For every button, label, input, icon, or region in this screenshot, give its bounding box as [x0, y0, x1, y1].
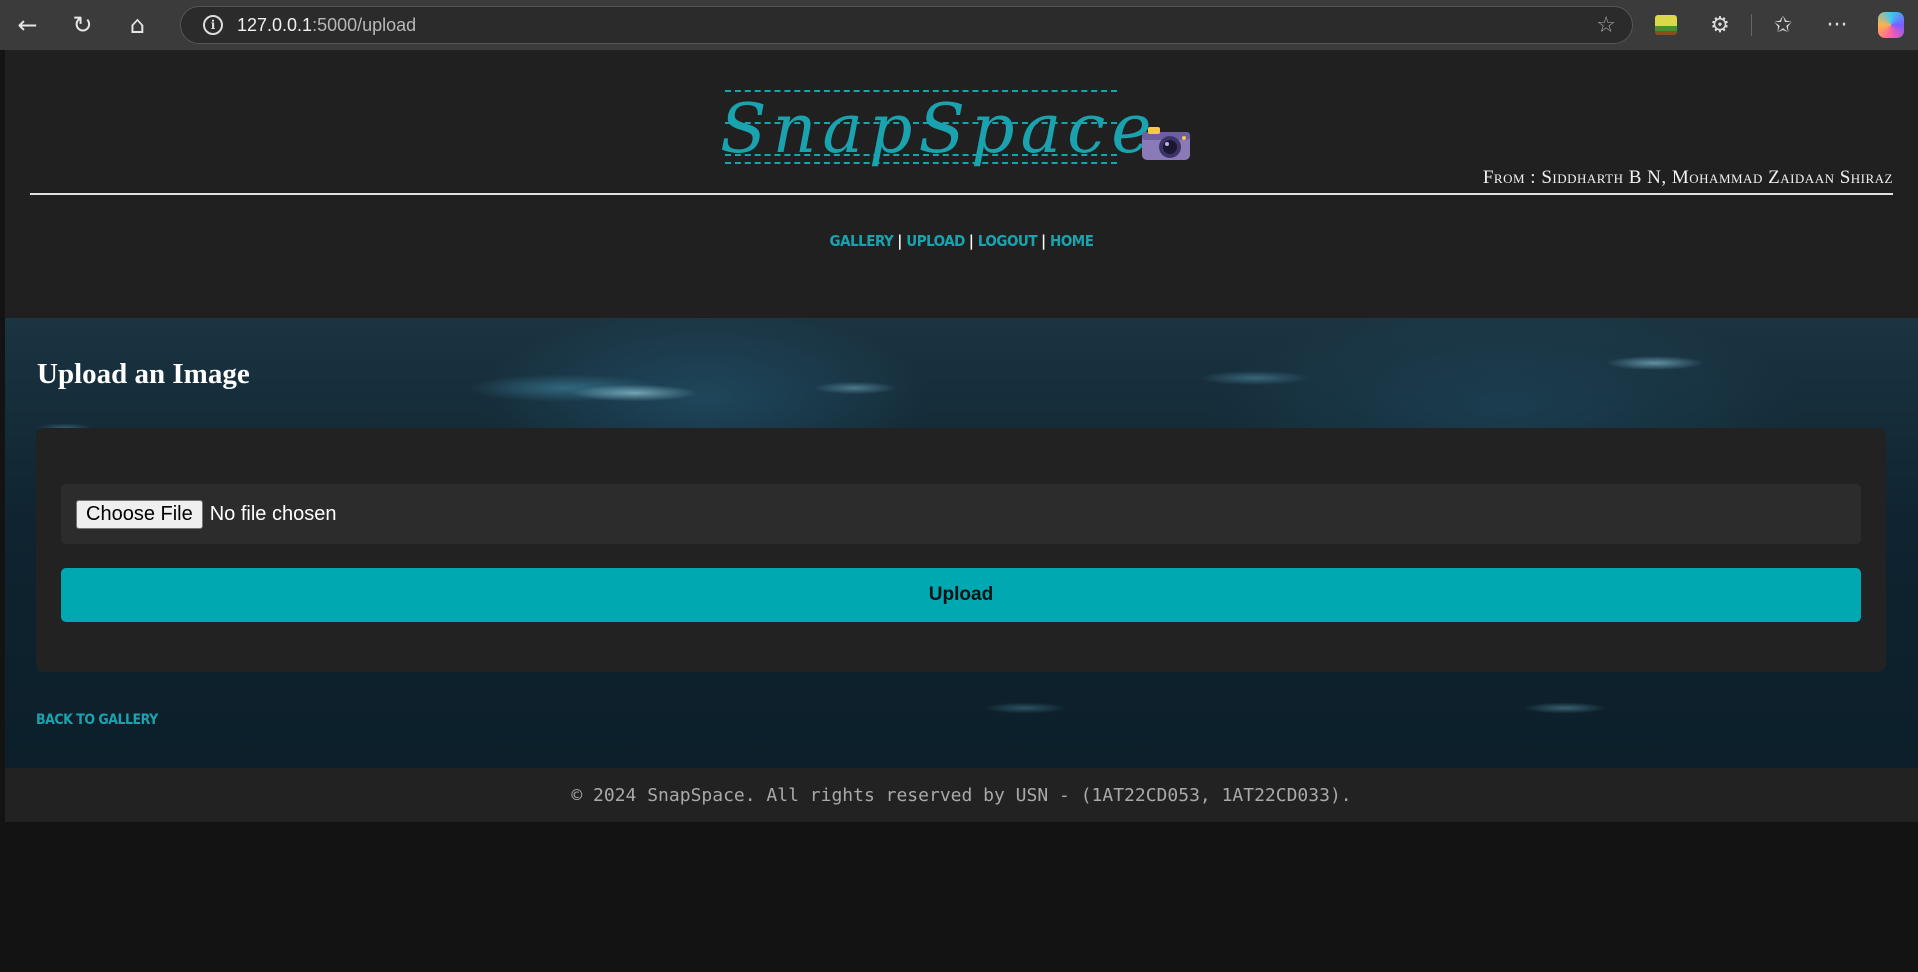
address-bar[interactable]: i 127.0.0.1:5000/upload ☆ [180, 6, 1633, 44]
favorites-icon[interactable]: ✩ [1756, 0, 1810, 50]
favorite-star-icon[interactable]: ☆ [1596, 13, 1616, 38]
reload-icon[interactable]: ↻ [55, 0, 110, 50]
nav-separator: | [897, 232, 903, 250]
page-title: Upload an Image [37, 358, 250, 390]
copilot-icon[interactable] [1864, 0, 1918, 50]
more-icon[interactable]: ··· [1810, 0, 1864, 50]
upload-form: Choose File No file chosen Upload [36, 428, 1886, 672]
logo: SnapSpace [720, 78, 1200, 190]
nav-link-gallery[interactable]: Gallery [830, 232, 894, 250]
url-host: 127.0.0.1 [237, 14, 313, 35]
nav-separator: | [1041, 232, 1047, 250]
file-input[interactable]: Choose File No file chosen [61, 484, 1861, 544]
camera-icon [1142, 127, 1190, 160]
site-info-icon[interactable]: i [203, 15, 223, 35]
file-status-text: No file chosen [209, 502, 337, 525]
upload-section: Upload an Image Choose File No file chos… [5, 318, 1918, 768]
page: SnapSpace From : Siddharth B N, Mohammad… [5, 50, 1918, 972]
home-icon[interactable]: ⌂ [110, 0, 165, 50]
header-divider [30, 193, 1893, 195]
nav-separator: | [968, 232, 974, 250]
footer-text: © 2024 SnapSpace. All rights reserved by… [571, 784, 1352, 806]
site-footer: © 2024 SnapSpace. All rights reserved by… [5, 768, 1918, 822]
authors-credit: From : Siddharth B N, Mohammad Zaidaan S… [1482, 167, 1893, 188]
nav-link-upload[interactable]: Upload [906, 232, 965, 250]
toolbar-divider [1751, 14, 1752, 36]
url-path: :5000/upload [312, 14, 417, 35]
site-header: SnapSpace From : Siddharth B N, Mohammad… [5, 50, 1918, 318]
puzzle-icon[interactable]: ⚙ [1693, 0, 1747, 50]
nav-link-logout[interactable]: Logout [978, 232, 1038, 250]
extension-icon[interactable] [1639, 0, 1693, 50]
main-nav: Gallery | Upload | Logout | Home [5, 232, 1918, 250]
browser-toolbar: ← ↻ ⌂ i 127.0.0.1:5000/upload ☆ ⚙ ✩ ··· [0, 0, 1918, 50]
back-arrow-icon[interactable]: ← [0, 0, 55, 50]
upload-button[interactable]: Upload [61, 568, 1861, 622]
nav-link-home[interactable]: Home [1050, 232, 1094, 250]
choose-file-button[interactable]: Choose File [76, 499, 203, 529]
back-to-gallery-link[interactable]: Back to Gallery [36, 712, 158, 728]
logo-text: SnapSpace [720, 90, 1158, 169]
